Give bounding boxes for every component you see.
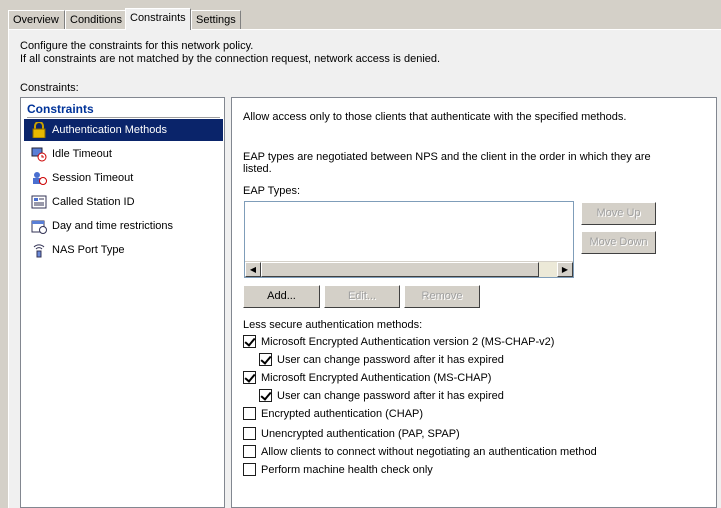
chap-label: Encrypted authentication (CHAP) [261,408,424,420]
tab-label: Settings [196,14,236,26]
constraint-item-day-and-time-restrictions[interactable]: Day and time restrictions [24,215,223,237]
session-timeout-icon [31,170,47,186]
mschap-checkbox[interactable] [243,370,256,384]
tab-conditions[interactable]: Conditions [65,10,126,30]
pap-spap-checkbox[interactable] [243,426,256,440]
no-auth-method-checkbox-row[interactable]: Allow clients to connect without negotia… [243,444,597,460]
edit-button[interactable]: Edit... [324,285,400,308]
constraint-item-called-station-id[interactable]: Called Station ID [24,191,223,213]
constraint-item-label: Session Timeout [52,172,134,184]
mschap-change-password-checkbox[interactable] [259,388,272,402]
no-auth-method-checkbox[interactable] [243,444,256,458]
health-check-only-checkbox-row[interactable]: Perform machine health check only [243,462,433,478]
mschapv2-change-password-checkbox-row[interactable]: User can change password after it has ex… [259,352,504,368]
constraints-list-header: Constraints [27,102,220,118]
health-check-only-label: Perform machine health check only [261,464,433,476]
calendar-icon [31,218,47,234]
constraint-item-session-timeout[interactable]: Session Timeout [24,167,223,189]
tab-overview[interactable]: Overview [8,10,65,30]
tab-settings[interactable]: Settings [191,10,241,30]
authentication-methods-panel: Allow access only to those clients that … [231,97,717,508]
mschap-checkbox-row[interactable]: Microsoft Encrypted Authentication (MS-C… [243,370,491,386]
constraint-item-label: Idle Timeout [52,148,112,160]
mschapv2-checkbox[interactable] [243,334,256,348]
description-line-2: If all constraints are not matched by th… [20,53,441,65]
constraints-list: Constraints Authentication Methods Idle … [20,97,225,508]
scroll-right-arrow-icon[interactable]: ▶ [557,262,573,277]
constraint-item-nas-port-type[interactable]: NAS Port Type [24,239,223,261]
nas-port-icon [31,242,47,258]
constraint-item-authentication-methods[interactable]: Authentication Methods [24,119,223,141]
less-secure-label: Less secure authentication methods: [243,319,423,331]
station-id-icon [31,194,47,210]
idle-timeout-icon [31,146,47,162]
mschapv2-change-password-checkbox[interactable] [259,352,272,366]
tab-label: Constraints [130,12,186,24]
chap-checkbox[interactable] [243,406,256,420]
scroll-left-arrow-icon[interactable]: ◀ [245,262,261,277]
move-down-button[interactable]: Move Down [581,231,656,254]
auth-intro-text: Allow access only to those clients that … [243,111,627,123]
add-button[interactable]: Add... [243,285,320,308]
mschap-change-password-label: User can change password after it has ex… [277,390,504,402]
mschap-change-password-checkbox-row[interactable]: User can change password after it has ex… [259,388,504,404]
constraints-label: Constraints: [20,82,79,94]
no-auth-method-label: Allow clients to connect without negotia… [261,446,597,458]
tab-constraints[interactable]: Constraints [125,8,191,30]
eap-list-horizontal-scrollbar[interactable]: ◀ ▶ [245,261,573,277]
health-check-only-checkbox[interactable] [243,462,256,476]
constraint-item-label: Authentication Methods [52,124,167,136]
remove-button[interactable]: Remove [404,285,480,308]
constraint-item-label: Called Station ID [52,196,135,208]
mschapv2-checkbox-row[interactable]: Microsoft Encrypted Authentication versi… [243,334,554,350]
eap-note-line-1: EAP types are negotiated between NPS and… [243,151,651,163]
constraint-item-idle-timeout[interactable]: Idle Timeout [24,143,223,165]
description-line-1: Configure the constraints for this netwo… [20,40,254,52]
constraint-item-label: Day and time restrictions [52,220,174,232]
chap-checkbox-row[interactable]: Encrypted authentication (CHAP) [243,406,423,422]
eap-note-line-2: listed. [243,163,272,175]
description: Configure the constraints for this netwo… [20,40,440,66]
pap-spap-label: Unencrypted authentication (PAP, SPAP) [261,428,460,440]
tab-label: Conditions [70,14,122,26]
constraint-item-label: NAS Port Type [52,244,125,256]
mschapv2-label: Microsoft Encrypted Authentication versi… [261,336,555,348]
mschapv2-change-password-label: User can change password after it has ex… [277,354,504,366]
move-up-button[interactable]: Move Up [581,202,656,225]
eap-types-list[interactable]: ◀ ▶ [244,201,574,278]
scrollbar-thumb[interactable] [261,262,539,277]
lock-icon [31,121,47,139]
eap-types-label: EAP Types: [243,185,301,197]
tab-label: Overview [13,14,59,26]
pap-spap-checkbox-row[interactable]: Unencrypted authentication (PAP, SPAP) [243,426,460,442]
mschap-label: Microsoft Encrypted Authentication (MS-C… [261,372,492,384]
